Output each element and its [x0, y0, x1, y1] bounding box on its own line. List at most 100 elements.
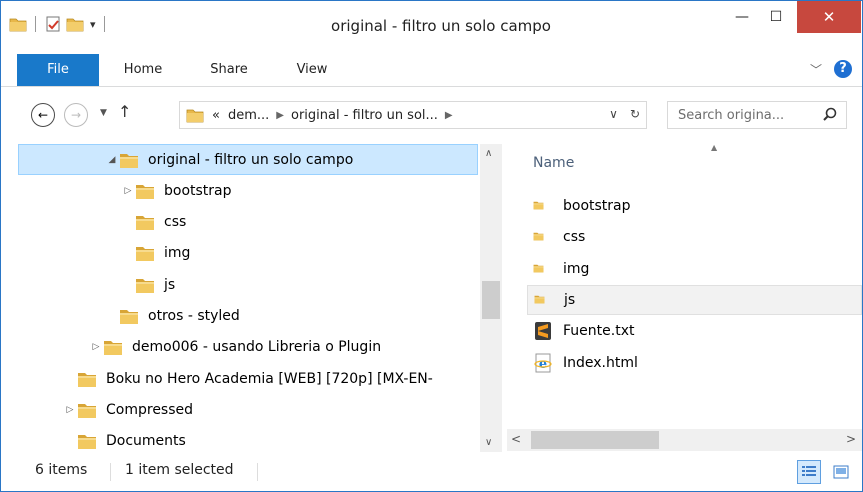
tree-item-label: css [164, 214, 187, 231]
tree-item-label: js [164, 276, 176, 293]
expand-arrow-icon[interactable]: ▷ [121, 186, 135, 196]
list-item[interactable]: e Index.html [527, 348, 862, 378]
tree-item[interactable]: img [121, 238, 190, 269]
title-bar: ▾ original - filtro un solo campo — ☐ ✕ [1, 1, 862, 47]
arrow-right-icon: → [70, 108, 82, 122]
address-bar[interactable]: « dem... ▶ original - filtro un sol... ▶… [179, 101, 647, 129]
folder-icon [119, 307, 148, 325]
list-item-label: img [563, 260, 590, 277]
tree-item[interactable]: js [121, 269, 175, 300]
tab-file[interactable]: File [17, 54, 99, 86]
tree-item-label: Boku no Hero Academia [WEB] [720p] [MX-E… [106, 370, 433, 387]
content-pane[interactable]: ▲ Name bootstrap css img js Fuente.txt e Index… [517, 141, 862, 431]
customize-qa-icon[interactable]: ▾ [90, 18, 96, 31]
forward-button[interactable]: → [64, 103, 88, 127]
list-item-label: bootstrap [563, 198, 631, 214]
breadcrumb-item[interactable]: dem... [228, 108, 269, 123]
address-row: ← → ▼ ↑ « dem... ▶ original - filtro un … [1, 92, 862, 138]
item-count: 6 items [35, 462, 88, 478]
list-item[interactable]: Fuente.txt [527, 316, 862, 346]
column-header-name[interactable]: Name [533, 155, 574, 171]
tree-item[interactable]: Boku no Hero Academia [WEB] [720p] [MX-E… [63, 363, 433, 394]
scroll-thumb[interactable] [482, 281, 500, 319]
list-item[interactable]: bootstrap [527, 191, 862, 221]
tree-item[interactable]: ▷ bootstrap [121, 175, 232, 206]
navigation-pane[interactable]: ◢ original - filtro un solo campo ▷ bootstr… [1, 141, 502, 455]
tree-item[interactable]: css [121, 207, 186, 238]
breadcrumb-overflow[interactable]: « [212, 108, 220, 123]
details-view-icon [802, 466, 816, 476]
minimize-button[interactable]: — [727, 1, 757, 33]
properties-icon[interactable] [44, 15, 62, 33]
folder-icon [135, 244, 164, 262]
svg-text:e: e [539, 357, 547, 372]
expand-ribbon-icon[interactable]: ﹀ [810, 61, 822, 78]
tree-item[interactable]: Documents [63, 426, 186, 455]
tree-item[interactable]: ◢ original - filtro un solo campo [18, 144, 478, 175]
tree-item[interactable]: otros - styled [105, 301, 240, 332]
folder-icon [533, 227, 553, 247]
tree-item-label: bootstrap [164, 182, 232, 199]
folder-icon [186, 109, 204, 123]
folder-icon [135, 276, 164, 294]
scroll-down-icon[interactable]: ∨ [485, 437, 492, 448]
tab-view[interactable]: View [284, 54, 340, 86]
list-item[interactable]: js [527, 284, 862, 315]
folder-icon [533, 196, 553, 216]
expand-arrow-icon[interactable]: ▷ [63, 405, 77, 415]
window-title: original - filtro un solo campo [331, 17, 551, 35]
content-horizontal-scrollbar[interactable]: < > [507, 429, 862, 451]
scroll-left-icon[interactable]: < [511, 432, 521, 446]
collapse-arrow-icon[interactable]: ◢ [105, 155, 119, 165]
tab-share[interactable]: Share [199, 54, 259, 86]
scroll-thumb[interactable] [531, 431, 659, 449]
folder-icon [119, 151, 148, 169]
ie-html-file-icon: e [533, 353, 553, 373]
folder-icon [77, 432, 106, 450]
expand-arrow-icon[interactable]: ▷ [89, 342, 103, 352]
large-icons-view-icon [833, 465, 849, 479]
folder-icon [135, 213, 164, 231]
sublime-text-file-icon [533, 321, 553, 341]
tree-item[interactable]: ▷ Compressed [63, 394, 193, 425]
tree-item-label: img [164, 245, 191, 262]
refresh-icon[interactable]: ↻ [630, 107, 640, 121]
folder-icon[interactable] [9, 15, 27, 33]
sort-indicator-icon: ▲ [711, 143, 718, 152]
address-actions: ∨ ↻ [609, 107, 640, 121]
close-button[interactable]: ✕ [797, 1, 861, 33]
ribbon-right: ﹀ ? [810, 60, 852, 78]
up-button[interactable]: ↑ [118, 102, 131, 121]
search-input[interactable]: Search origina... [667, 101, 847, 129]
large-icons-view-button[interactable] [829, 460, 853, 484]
tree-item-label: Documents [106, 433, 186, 450]
address-dropdown-icon[interactable]: ∨ [609, 107, 618, 121]
search-icon[interactable] [822, 107, 838, 123]
new-folder-icon[interactable] [66, 15, 84, 33]
back-button[interactable]: ← [31, 103, 55, 127]
maximize-button[interactable]: ☐ [761, 1, 791, 33]
tree-item[interactable]: ▷ demo006 - usando Libreria o Plugin [89, 332, 381, 363]
breadcrumb-chevron-icon[interactable]: ▶ [276, 110, 284, 121]
nav-vertical-scrollbar[interactable]: ∧ ∨ [480, 144, 502, 452]
tree-item-label: original - filtro un solo campo [148, 151, 354, 168]
tab-home[interactable]: Home [113, 54, 173, 86]
tree-item-label: otros - styled [148, 308, 240, 324]
help-icon[interactable]: ? [834, 60, 852, 78]
list-item[interactable]: css [527, 222, 862, 252]
tree-item-label: Compressed [106, 401, 194, 418]
details-view-button[interactable] [797, 460, 821, 484]
list-item[interactable]: img [527, 254, 862, 284]
arrow-left-icon: ← [37, 108, 49, 122]
list-item-label: Fuente.txt [563, 323, 635, 340]
tree-item-label: demo006 - usando Libreria o Plugin [132, 339, 382, 356]
folder-icon [533, 259, 553, 279]
scroll-right-icon[interactable]: > [846, 432, 856, 446]
scroll-up-icon[interactable]: ∧ [485, 148, 492, 159]
selection-info: 1 item selected [125, 462, 234, 478]
list-item-label: js [564, 291, 576, 308]
recent-locations-icon[interactable]: ▼ [100, 108, 107, 118]
breadcrumb-chevron-icon[interactable]: ▶ [445, 110, 453, 121]
list-item-label: css [563, 229, 586, 246]
breadcrumb-item[interactable]: original - filtro un sol... [291, 108, 438, 123]
